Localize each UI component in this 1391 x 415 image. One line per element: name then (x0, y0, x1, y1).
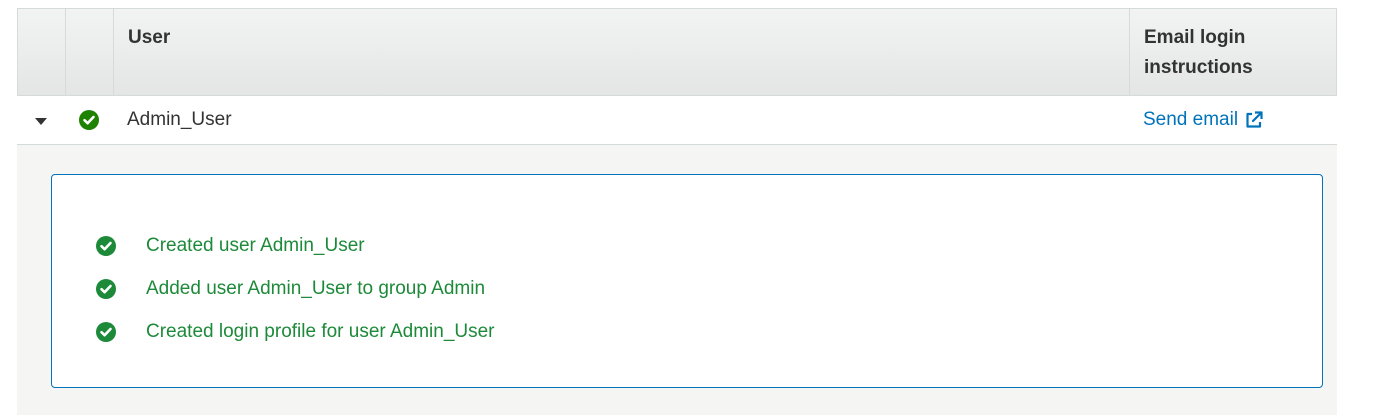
row-toggle-cell[interactable] (17, 96, 65, 144)
external-link-icon (1246, 111, 1263, 128)
details-panel: Created user Admin_User Added user Admin… (51, 174, 1323, 388)
check-circle-icon (96, 278, 116, 299)
detail-message-text: Created login profile for user Admin_Use… (146, 320, 495, 342)
header-toggle-cell (18, 9, 66, 95)
detail-message-text: Added user Admin_User to group Admin (146, 277, 486, 299)
detail-message: Added user Admin_User to group Admin (52, 267, 1322, 310)
check-circle-icon (96, 235, 116, 256)
row-email-cell: Send email (1129, 96, 1337, 144)
header-status-cell (66, 9, 114, 95)
users-result-table: User Email login instructions Admin_User… (17, 8, 1337, 415)
detail-message: Created user Admin_User (52, 224, 1322, 267)
send-email-label: Send email (1143, 109, 1239, 130)
row-status-cell (65, 96, 113, 144)
detail-message: Created login profile for user Admin_Use… (52, 310, 1322, 353)
detail-message-text: Created user Admin_User (146, 234, 365, 256)
table-row: Admin_User Send email (17, 96, 1337, 145)
send-email-link[interactable]: Send email (1143, 109, 1264, 131)
row-details: Created user Admin_User Added user Admin… (17, 145, 1337, 415)
check-circle-icon (79, 110, 99, 130)
header-email-instructions: Email login instructions (1144, 27, 1253, 78)
caret-down-icon[interactable] (35, 117, 47, 125)
table-header: User Email login instructions (17, 8, 1337, 96)
header-user[interactable]: User (114, 9, 1130, 95)
check-circle-icon (96, 321, 116, 342)
row-user-name: Admin_User (127, 109, 232, 130)
